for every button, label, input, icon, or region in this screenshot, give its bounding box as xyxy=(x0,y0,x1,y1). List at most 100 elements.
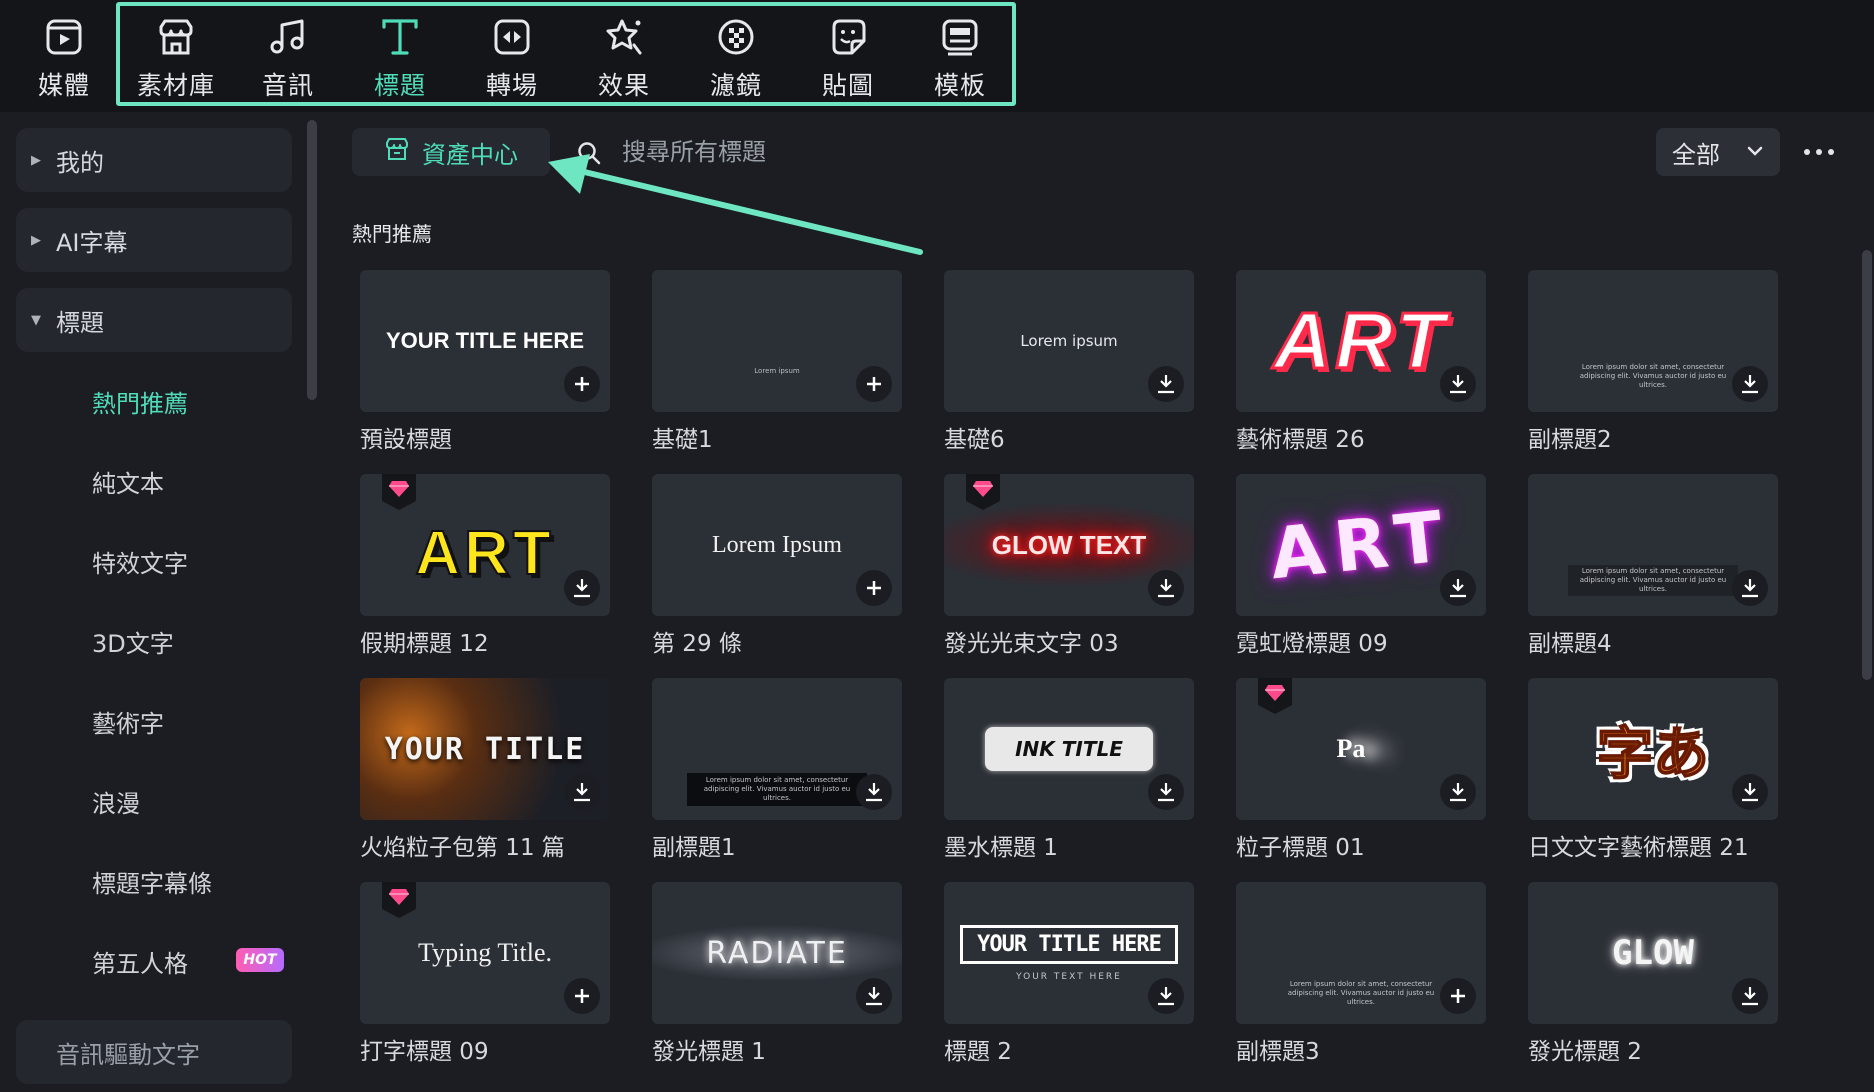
effects-star-icon xyxy=(601,14,647,60)
thumb-text: Pa xyxy=(1336,734,1366,763)
toolbar-stock-library[interactable]: 素材庫 xyxy=(124,8,228,104)
download-icon xyxy=(1158,579,1174,598)
title-card[interactable]: INK TITLE 墨水標題 1 xyxy=(944,678,1194,862)
thumb-text: YOUR TITLE HERE xyxy=(385,328,584,353)
title-card[interactable]: Lorem Ipsum 第 29 條 xyxy=(652,474,902,658)
toolbar-media[interactable]: 媒體 xyxy=(12,8,116,104)
sidebar-group-mine[interactable]: ▶ 我的 xyxy=(16,128,292,192)
add-button[interactable] xyxy=(564,366,600,402)
add-button[interactable] xyxy=(564,978,600,1014)
toolbar-titles[interactable]: 標題 xyxy=(348,8,452,104)
sidebar-scrollbar[interactable] xyxy=(307,120,317,400)
add-button[interactable] xyxy=(856,366,892,402)
card-name: 副標題1 xyxy=(652,835,736,861)
thumb-text: Lorem ipsum dolor sit amet, consectetur … xyxy=(1287,979,1435,1006)
sidebar-item-effect-text[interactable]: 特效文字 xyxy=(92,544,188,579)
title-card[interactable]: Pa 粒子標題 01 xyxy=(1236,678,1486,862)
annotation-arrow-icon xyxy=(548,154,923,255)
title-card[interactable]: GLOW TEXT 發光光束文字 03 xyxy=(944,474,1194,658)
card-thumbnail: Typing Title. xyxy=(360,882,610,1024)
stock-library-icon xyxy=(153,14,199,60)
title-card[interactable]: Lorem ipsum dolor sit amet, consectetur … xyxy=(1528,270,1778,454)
card-name: 標題 2 xyxy=(944,1039,1012,1065)
download-button[interactable] xyxy=(1732,978,1768,1014)
add-button[interactable] xyxy=(856,570,892,606)
title-card[interactable]: YOUR TITLE HERE 預設標題 xyxy=(360,270,610,454)
card-thumbnail: 字あ xyxy=(1528,678,1778,820)
thumb-text: GLOW xyxy=(1612,933,1694,973)
title-card[interactable]: YOUR TITLE HERE YOUR TEXT HERE 標題 2 xyxy=(944,882,1194,1066)
title-card[interactable]: Lorem ipsum 基礎6 xyxy=(944,270,1194,454)
thumb-text: YOUR TITLE xyxy=(384,731,586,767)
sidebar-item-art-text[interactable]: 藝術字 xyxy=(92,704,164,739)
sidebar: ▶ 我的 ▶ AI字幕 ▼ 標題 熱門推薦 純文本 特效文字 3D文字 藝術字 … xyxy=(0,112,318,1092)
download-button[interactable] xyxy=(856,978,892,1014)
title-card[interactable]: RADIATE 發光標題 1 xyxy=(652,882,902,1066)
title-card[interactable]: Lorem ipsum 基礎1 xyxy=(652,270,902,454)
toolbar-transitions[interactable]: 轉場 xyxy=(460,8,564,104)
download-button[interactable] xyxy=(1732,366,1768,402)
download-button[interactable] xyxy=(1440,774,1476,810)
card-name: 預設標題 xyxy=(360,427,452,453)
thumb-text: Lorem ipsum dolor sit amet, consectetur … xyxy=(1568,564,1738,596)
toolbar-templates[interactable]: 模板 xyxy=(908,8,1012,104)
download-icon xyxy=(1158,375,1174,394)
thumb-text: Lorem ipsum xyxy=(1020,332,1118,350)
download-button[interactable] xyxy=(1148,774,1184,810)
toolbar-label: 媒體 xyxy=(37,71,90,100)
download-button[interactable] xyxy=(564,774,600,810)
category-filter-dropdown[interactable]: 全部 xyxy=(1656,128,1780,176)
content-scrollbar[interactable] xyxy=(1862,250,1872,680)
download-button[interactable] xyxy=(1732,774,1768,810)
download-button[interactable] xyxy=(1148,570,1184,606)
sidebar-item-identity-v[interactable]: 第五人格 xyxy=(92,944,188,979)
sidebar-item-plain-text[interactable]: 純文本 xyxy=(92,464,164,499)
download-button[interactable] xyxy=(1148,978,1184,1014)
sidebar-item-3d-text[interactable]: 3D文字 xyxy=(92,624,174,659)
download-icon xyxy=(866,987,882,1006)
premium-gem-icon xyxy=(1258,678,1292,714)
title-card[interactable]: GLOW 發光標題 2 xyxy=(1528,882,1778,1066)
card-thumbnail: YOUR TITLE HERE xyxy=(360,270,610,412)
card-name: 火焰粒子包第 11 篇 xyxy=(360,835,565,861)
download-button[interactable] xyxy=(1732,570,1768,606)
card-thumbnail: ART xyxy=(360,474,610,616)
toolbar-stickers[interactable]: 貼圖 xyxy=(796,8,900,104)
thumb-subtext: YOUR TEXT HERE xyxy=(1016,971,1122,982)
title-card[interactable]: ART 藝術標題 26 xyxy=(1236,270,1486,454)
title-card[interactable]: 字あ 日文文字藝術標題 21 xyxy=(1528,678,1778,862)
download-button[interactable] xyxy=(1440,366,1476,402)
sticker-icon xyxy=(825,14,871,60)
thumb-text: RADIATE xyxy=(706,935,848,971)
toolbar-effects[interactable]: 效果 xyxy=(572,8,676,104)
title-card[interactable]: ART 霓虹燈標題 09 xyxy=(1236,474,1486,658)
toolbar-filters[interactable]: 濾鏡 xyxy=(684,8,788,104)
section-title: 熱門推薦 xyxy=(352,222,432,246)
premium-gem-icon xyxy=(382,474,416,510)
sidebar-item-romance[interactable]: 浪漫 xyxy=(92,784,140,819)
download-button[interactable] xyxy=(856,774,892,810)
thumb-text: Lorem ipsum xyxy=(754,367,800,375)
plus-icon xyxy=(867,581,881,595)
download-button[interactable] xyxy=(1148,366,1184,402)
template-icon xyxy=(937,14,983,60)
title-card[interactable]: Lorem ipsum dolor sit amet, consectetur … xyxy=(1528,474,1778,658)
download-button[interactable] xyxy=(1440,570,1476,606)
download-button[interactable] xyxy=(564,570,600,606)
title-card[interactable]: YOUR TITLE 火焰粒子包第 11 篇 xyxy=(360,678,610,862)
sidebar-item-lower-thirds[interactable]: 標題字幕條 xyxy=(92,864,212,899)
title-card[interactable]: Lorem ipsum dolor sit amet, consectetur … xyxy=(652,678,902,862)
title-card[interactable]: Lorem ipsum dolor sit amet, consectetur … xyxy=(1236,882,1486,1066)
title-card[interactable]: ART 假期標題 12 xyxy=(360,474,610,658)
toolbar-audio[interactable]: 音訊 xyxy=(236,8,340,104)
sidebar-group-audio-driven-text[interactable]: ▶ 音訊驅動文字 xyxy=(16,1020,292,1084)
card-thumbnail: Pa xyxy=(1236,678,1486,820)
add-button[interactable] xyxy=(1440,978,1476,1014)
toolbar-label: 模板 xyxy=(933,71,986,100)
asset-center-button[interactable]: 資產中心 xyxy=(352,128,550,176)
sidebar-item-trending[interactable]: 熱門推薦 xyxy=(92,384,188,419)
sidebar-group-titles[interactable]: ▼ 標題 xyxy=(16,288,292,352)
sidebar-group-ai-subtitles[interactable]: ▶ AI字幕 xyxy=(16,208,292,272)
more-options-button[interactable] xyxy=(1804,140,1840,164)
title-card[interactable]: Typing Title. 打字標題 09 xyxy=(360,882,610,1066)
